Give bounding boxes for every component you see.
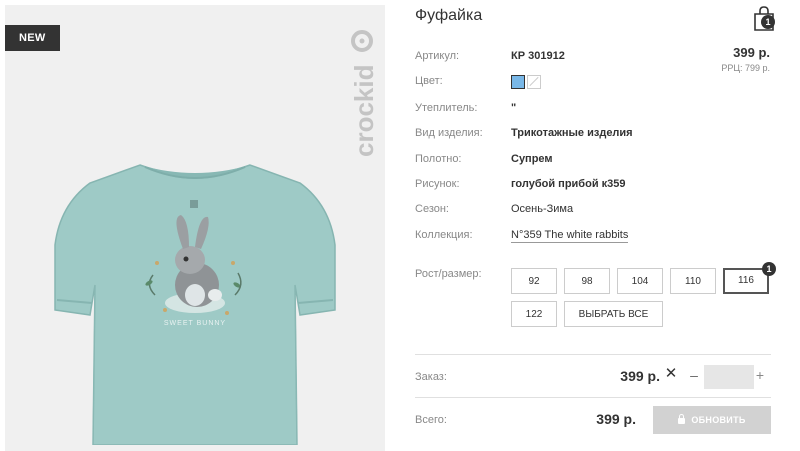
order-price: 399 р. xyxy=(620,368,660,384)
insulation-label: Утеплитель: xyxy=(415,102,478,114)
recommended-price: РРЦ: 799 р. xyxy=(721,63,770,73)
cart-count-badge: 1 xyxy=(761,15,775,29)
remove-icon[interactable]: ✕ xyxy=(664,366,678,382)
product-image-panel[interactable]: NEW crockid SWEET BUNNY xyxy=(5,5,385,451)
collection-link[interactable]: N°359 The white rabbits xyxy=(511,229,629,243)
fabric-value: Супрем xyxy=(511,153,553,165)
product-type-value: Трикотажные изделия xyxy=(511,127,633,139)
quantity-plus-button[interactable]: + xyxy=(754,368,766,382)
color-swatch-unavailable[interactable] xyxy=(527,75,541,89)
select-all-sizes-button[interactable]: ВЫБРАТЬ ВСЕ xyxy=(564,301,663,327)
total-divider xyxy=(415,397,771,398)
quantity-input[interactable] xyxy=(704,365,754,389)
tshirt-image: SWEET BUNNY xyxy=(54,164,336,445)
print-label: Рисунок: xyxy=(415,178,460,190)
size-count-badge: 1 xyxy=(762,262,776,276)
quantity-minus-button[interactable]: – xyxy=(688,368,700,382)
product-title: Фуфайка xyxy=(415,7,483,24)
total-label: Всего: xyxy=(415,414,447,426)
size-button-110[interactable]: 110 xyxy=(670,268,716,294)
season-value: Осень-Зима xyxy=(511,203,574,215)
color-swatch-blue[interactable] xyxy=(511,75,525,89)
lock-icon xyxy=(678,414,686,424)
article-value: КР 301912 xyxy=(511,50,565,62)
size-button-92[interactable]: 92 xyxy=(511,268,557,294)
article-label: Артикул: xyxy=(415,50,460,62)
tshirt-print-text: SWEET BUNNY xyxy=(164,320,226,327)
update-button[interactable]: ОБНОВИТЬ xyxy=(653,406,771,434)
new-badge: NEW xyxy=(5,25,60,51)
collection-label: Коллекция: xyxy=(415,229,473,241)
brand-logo: crockid xyxy=(349,30,379,158)
season-label: Сезон: xyxy=(415,203,449,215)
total-price: 399 р. xyxy=(596,411,636,427)
print-value: голубой прибой к359 xyxy=(511,178,626,190)
update-button-label: ОБНОВИТЬ xyxy=(691,415,746,425)
color-label: Цвет: xyxy=(415,75,443,87)
brand-logo-text: crockid xyxy=(349,65,379,158)
order-divider xyxy=(415,354,771,355)
insulation-value: " xyxy=(511,102,517,114)
order-label: Заказ: xyxy=(415,371,447,383)
size-button-98[interactable]: 98 xyxy=(564,268,610,294)
product-price: 399 р. xyxy=(733,45,770,60)
size-label: Рост/размер: xyxy=(415,268,482,280)
size-button-104[interactable]: 104 xyxy=(617,268,663,294)
size-button-122[interactable]: 122 xyxy=(511,301,557,327)
product-type-label: Вид изделия: xyxy=(415,127,483,139)
fabric-label: Полотно: xyxy=(415,153,462,165)
